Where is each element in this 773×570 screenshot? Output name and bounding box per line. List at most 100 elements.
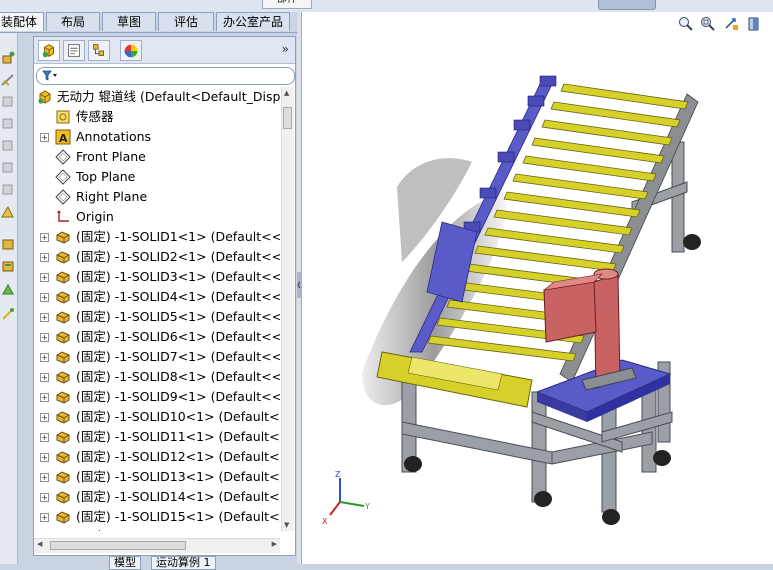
tree-node[interactable]: + (固定) -1-SOLID15<1> (Default<<D: [34, 507, 280, 527]
tree-node[interactable]: Origin: [34, 207, 280, 227]
exploded-view-icon[interactable]: [1, 283, 15, 297]
tab-sketch[interactable]: 草图: [102, 12, 156, 31]
smart-fasteners-icon[interactable]: [1, 117, 15, 131]
tree-node[interactable]: + (固定) -1-SOLID9<1> (Default<<De: [34, 387, 280, 407]
part-icon: [56, 451, 70, 464]
feature-manager-panel: » 无动力 辊道线 (Default<Default_Display 传感器 + A A…: [33, 36, 296, 556]
bill-of-materials-icon[interactable]: [1, 259, 15, 273]
feature-manager-tab[interactable]: [38, 40, 60, 61]
expand-node-button[interactable]: +: [40, 413, 49, 422]
tab-evaluate[interactable]: 评估: [158, 12, 214, 31]
tree-node[interactable]: Front Plane: [34, 147, 280, 167]
tree-node[interactable]: + (固定) -1-SOLID1<1> (Default<<De: [34, 227, 280, 247]
svg-text:Y: Y: [364, 502, 370, 511]
plane-icon: [55, 149, 71, 165]
property-manager-tab[interactable]: [63, 40, 85, 61]
tree-node[interactable]: Right Plane: [34, 187, 280, 207]
expand-node-button[interactable]: +: [40, 513, 49, 522]
tree-vertical-scrollbar[interactable]: ▲ ▼: [281, 87, 294, 531]
svg-text:Z: Z: [335, 470, 341, 479]
tree-node[interactable]: + (固定) -1-SOLID14<1> (Default<<D: [34, 487, 280, 507]
toolbar-tab-handle[interactable]: [598, 0, 656, 10]
tree-node[interactable]: + (固定) -1-SOLID4<1> (Default<<De: [34, 287, 280, 307]
expand-node-button[interactable]: +: [40, 293, 49, 302]
tree-node[interactable]: 传感器: [34, 107, 280, 127]
tree-node[interactable]: + (固定) -1-SOLID13<1> (Default<<D: [34, 467, 280, 487]
expand-node-button[interactable]: +: [40, 473, 49, 482]
scrollbar-thumb[interactable]: [283, 107, 292, 129]
expand-node-button[interactable]: +: [40, 253, 49, 262]
hscrollbar-thumb[interactable]: [50, 541, 186, 550]
part-icon: [56, 351, 70, 364]
command-toolbar-left: [0, 33, 18, 564]
part-icon: [56, 231, 70, 244]
insert-components-icon[interactable]: [1, 51, 15, 65]
mate-icon[interactable]: [1, 73, 15, 87]
linear-pattern-icon[interactable]: [1, 95, 15, 109]
expand-node-button[interactable]: +: [40, 273, 49, 282]
tree-node-label: (固定) -1-SOLID10<1> (Default<<D: [76, 409, 280, 424]
assembly-features-icon[interactable]: [1, 183, 15, 197]
instant3d-icon[interactable]: [1, 307, 15, 321]
part-icon: [56, 331, 70, 344]
part-icon: [56, 251, 70, 264]
tab-office-products[interactable]: 办公室产品: [216, 12, 290, 31]
feature-filter-input[interactable]: [36, 67, 295, 85]
tree-node[interactable]: +(固定) -1-SOLID16<1> (Default<<D: [34, 527, 280, 531]
scroll-right-icon[interactable]: ▶: [272, 540, 277, 548]
tree-node[interactable]: Top Plane: [34, 167, 280, 187]
sensors-icon: [56, 110, 70, 124]
tree-node-label: Origin: [76, 209, 114, 224]
tree-horizontal-scrollbar[interactable]: ◀ ▶: [34, 538, 280, 553]
expand-node-button[interactable]: +: [40, 313, 49, 322]
tree-node-label: (固定) -1-SOLID4<1> (Default<<De: [76, 289, 280, 304]
move-component-icon[interactable]: [1, 139, 15, 153]
expand-node-button[interactable]: +: [40, 433, 49, 442]
reference-geometry-icon[interactable]: [1, 205, 15, 219]
scroll-left-icon[interactable]: ◀: [37, 540, 42, 548]
tree-node-label: Right Plane: [76, 189, 148, 204]
show-hidden-components-icon[interactable]: [1, 161, 15, 175]
tree-node-label: (固定) -1-SOLID1<1> (Default<<De: [76, 229, 280, 244]
tree-node-label: (固定) -1-SOLID14<1> (Default<<D: [76, 489, 280, 504]
tree-node[interactable]: + (固定) -1-SOLID11<1> (Default<<D: [34, 427, 280, 447]
tab-layout[interactable]: 布局: [46, 12, 100, 31]
scroll-up-icon[interactable]: ▲: [284, 89, 289, 97]
tree-node[interactable]: + (固定) -1-SOLID12<1> (Default<<D: [34, 447, 280, 467]
expand-node-button[interactable]: +: [40, 353, 49, 362]
assembly-model[interactable]: Z Y X: [302, 12, 773, 564]
coordinate-triad: Z Y X: [322, 470, 370, 526]
tab-model[interactable]: 模型: [109, 556, 141, 570]
funnel-icon[interactable]: [42, 70, 58, 81]
tree-node[interactable]: + (固定) -1-SOLID10<1> (Default<<D: [34, 407, 280, 427]
tree-node[interactable]: + (固定) -1-SOLID8<1> (Default<<De: [34, 367, 280, 387]
feature-manager-tabbar: »: [34, 37, 295, 64]
tree-root-assembly[interactable]: 无动力 辊道线 (Default<Default_Display: [34, 87, 280, 107]
part-icon: [56, 411, 70, 424]
expand-node-button[interactable]: +: [40, 453, 49, 462]
tab-assembly[interactable]: 装配体: [0, 12, 44, 31]
expand-node-button[interactable]: +: [40, 393, 49, 402]
tree-node[interactable]: + (固定) -1-SOLID6<1> (Default<<De: [34, 327, 280, 347]
top-strip: [0, 0, 773, 12]
tree-node[interactable]: + (固定) -1-SOLID3<1> (Default<<De: [34, 267, 280, 287]
scroll-down-icon[interactable]: ▼: [284, 521, 289, 529]
expand-node-button[interactable]: +: [40, 333, 49, 342]
tree-node[interactable]: + A Annotations: [34, 127, 280, 147]
tree-node-label: 传感器: [76, 109, 114, 124]
tab-motion-study[interactable]: 运动算例 1: [151, 556, 216, 570]
top-center-tab[interactable]: 部件: [262, 0, 312, 9]
tree-node[interactable]: + (固定) -1-SOLID2<1> (Default<<De: [34, 247, 280, 267]
new-motion-study-icon[interactable]: [1, 237, 15, 251]
expand-node-button[interactable]: +: [40, 133, 49, 142]
expand-node-button[interactable]: +: [40, 373, 49, 382]
expand-panel-button[interactable]: »: [282, 42, 289, 56]
expand-node-button[interactable]: +: [40, 493, 49, 502]
display-manager-tab[interactable]: [120, 40, 142, 61]
configuration-manager-tab[interactable]: [88, 40, 110, 61]
tree-node-label: (固定) -1-SOLID16<1> (Default<<D: [76, 527, 280, 531]
graphics-viewport[interactable]: Z Y X: [301, 12, 773, 564]
tree-node[interactable]: + (固定) -1-SOLID7<1> (Default<<De: [34, 347, 280, 367]
expand-node-button[interactable]: +: [40, 233, 49, 242]
tree-node[interactable]: + (固定) -1-SOLID5<1> (Default<<De: [34, 307, 280, 327]
